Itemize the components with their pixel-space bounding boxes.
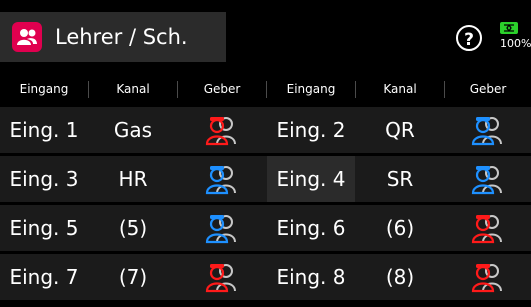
giver-cell[interactable] [445, 254, 531, 300]
input-cell[interactable]: Eing. 3 [0, 156, 88, 202]
input-cell[interactable]: Eing. 1 [0, 107, 88, 153]
column-header-input-left: Eingang [19, 82, 69, 96]
help-question-icon[interactable]: ? [456, 25, 482, 51]
page-title: Lehrer / Sch. [55, 25, 188, 49]
pilot-icon [471, 117, 502, 146]
input-cell[interactable]: Eing. 5 [0, 205, 88, 251]
table-header: Eingang Kanal Geber Eingang Kanal Geber [0, 77, 531, 101]
column-header-channel-right: Kanal [383, 82, 417, 96]
pilot-icon [205, 117, 236, 146]
giver-cell[interactable] [445, 107, 531, 153]
channel-cell[interactable]: (8) [356, 254, 444, 300]
channel-cell[interactable]: (7) [89, 254, 177, 300]
people-icon[interactable] [12, 22, 42, 52]
column-header-channel-left: Kanal [116, 82, 150, 96]
channel-cell[interactable]: SR [356, 156, 444, 202]
channel-cell[interactable]: HR [89, 156, 177, 202]
input-cell[interactable]: Eing. 8 [267, 254, 355, 300]
header: Lehrer / Sch. ? 100% [0, 0, 531, 70]
channel-cell[interactable]: QR [356, 107, 444, 153]
pilot-icon [471, 166, 502, 195]
giver-cell[interactable] [178, 205, 266, 251]
pilot-icon [205, 264, 236, 293]
input-cell[interactable]: Eing. 7 [0, 254, 88, 300]
giver-cell[interactable] [445, 156, 531, 202]
pilot-icon [471, 264, 502, 293]
input-cell-selected[interactable]: Eing. 4 [267, 156, 355, 202]
column-header-giver-right: Geber [469, 82, 507, 96]
battery-percent: 100% [500, 37, 531, 50]
column-header-giver-left: Geber [203, 82, 241, 96]
input-cell[interactable]: Eing. 6 [267, 205, 355, 251]
table-row: Eing. 5 (5) Eing. 6 (6) [0, 205, 531, 251]
giver-cell[interactable] [178, 254, 266, 300]
input-cell[interactable]: Eing. 2 [267, 107, 355, 153]
column-header-input-right: Eingang [286, 82, 336, 96]
pilot-icon [471, 215, 502, 244]
battery-icon [500, 22, 518, 34]
pilot-icon [205, 166, 236, 195]
channel-cell[interactable]: (5) [89, 205, 177, 251]
table-row: Eing. 1 Gas Eing. 2 QR [0, 107, 531, 153]
giver-cell[interactable] [445, 205, 531, 251]
channel-cell[interactable]: Gas [89, 107, 177, 153]
table-row: Eing. 3 HR Eing. 4 SR [0, 156, 531, 202]
channel-cell[interactable]: (6) [356, 205, 444, 251]
pilot-icon [205, 215, 236, 244]
giver-cell[interactable] [178, 156, 266, 202]
giver-cell[interactable] [178, 107, 266, 153]
table-row: Eing. 7 (7) Eing. 8 (8) [0, 254, 531, 300]
